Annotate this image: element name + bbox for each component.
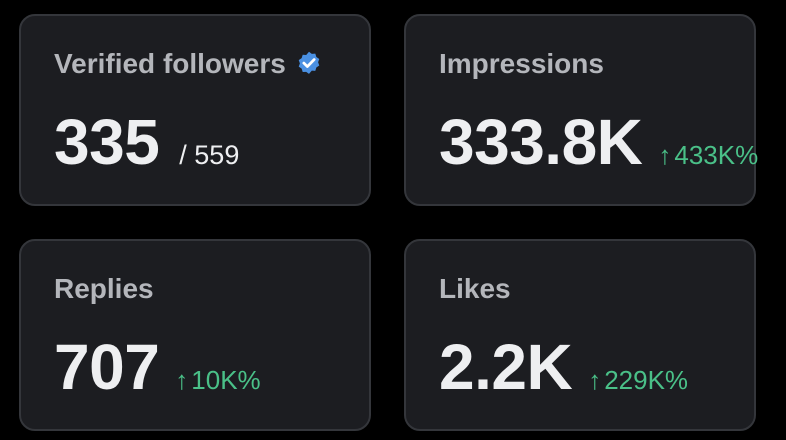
impressions-change-value: 433K% xyxy=(674,140,759,170)
metric-row: 707 ↑ 10K% xyxy=(54,335,261,399)
metric-row: 333.8K ↑ 433K% xyxy=(439,110,758,174)
impressions-change: ↑ 433K% xyxy=(658,140,758,171)
verified-followers-value: 335 xyxy=(54,106,160,178)
arrow-up-icon: ↑ xyxy=(658,140,672,170)
metric-row: 335 / 559 xyxy=(54,110,239,174)
card-title: Likes xyxy=(439,273,511,305)
replies-label: Replies xyxy=(54,273,154,304)
likes-card[interactable]: Likes 2.2K ↑ 229K% xyxy=(404,239,756,431)
verified-followers-label: Verified followers xyxy=(54,48,286,79)
verified-followers-card[interactable]: Verified followers 335 / 559 xyxy=(19,14,371,206)
likes-change-value: 229K% xyxy=(604,365,689,395)
impressions-value: 333.8K xyxy=(439,106,643,178)
verified-badge-icon xyxy=(298,51,320,74)
card-title: Verified followers xyxy=(54,48,323,80)
likes-label: Likes xyxy=(439,273,511,304)
impressions-label: Impressions xyxy=(439,48,604,79)
arrow-up-icon: ↑ xyxy=(588,365,602,395)
total-followers: / 559 xyxy=(179,140,240,170)
card-title: Impressions xyxy=(439,48,604,80)
replies-card[interactable]: Replies 707 ↑ 10K% xyxy=(19,239,371,431)
likes-change: ↑ 229K% xyxy=(588,365,688,396)
impressions-card[interactable]: Impressions 333.8K ↑ 433K% xyxy=(404,14,758,206)
replies-change: ↑ 10K% xyxy=(175,365,260,396)
viewport-edge xyxy=(0,432,786,440)
card-title: Replies xyxy=(54,273,154,305)
likes-value: 2.2K xyxy=(439,331,573,403)
metric-row: 2.2K ↑ 229K% xyxy=(439,335,688,399)
arrow-up-icon: ↑ xyxy=(175,365,189,395)
replies-value: 707 xyxy=(54,331,160,403)
replies-change-value: 10K% xyxy=(191,365,261,395)
